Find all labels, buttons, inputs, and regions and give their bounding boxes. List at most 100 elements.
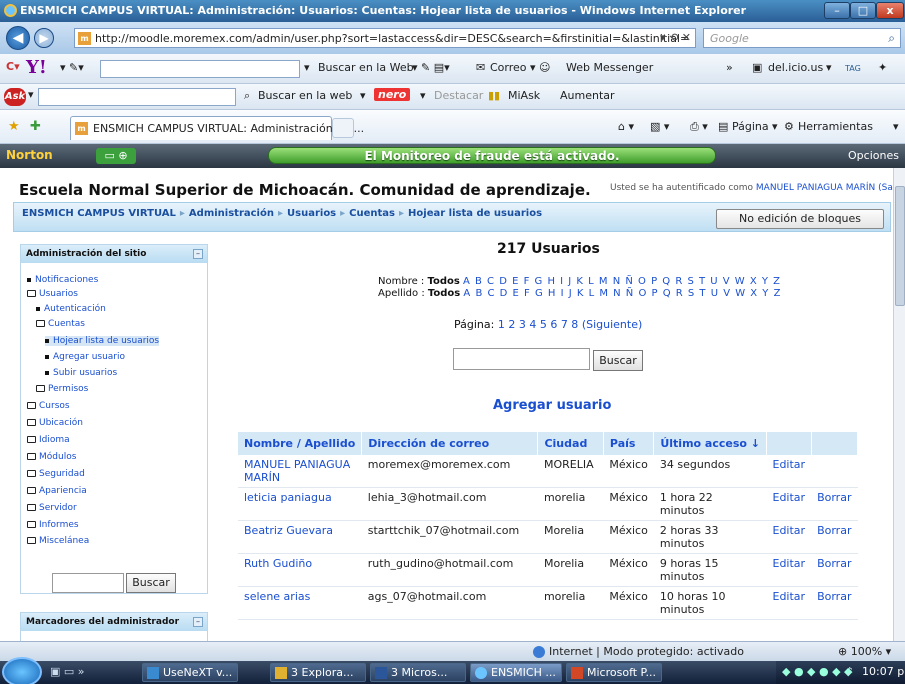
- edit-user-link[interactable]: Editar: [773, 524, 806, 537]
- next-page-link[interactable]: (Siguiente): [582, 318, 642, 331]
- ask-search-input[interactable]: [38, 88, 236, 106]
- sidebar-item-apariencia[interactable]: Apariencia: [27, 486, 87, 496]
- sidebar-item-seguridad[interactable]: Seguridad: [27, 469, 85, 479]
- col-lastaccess-header[interactable]: Último acceso ↓: [653, 432, 767, 455]
- yahoo-logo-icon[interactable]: Y!: [26, 57, 47, 78]
- search-icon[interactable]: ⌕: [888, 31, 895, 46]
- sidebar-item-agregar-usuario[interactable]: Agregar usuario: [45, 352, 125, 362]
- sidebar-item-subir-usuarios[interactable]: Subir usuarios: [45, 368, 117, 378]
- tray-icons[interactable]: ◆ ● ◆ ● ◆ ◆: [782, 665, 853, 678]
- sidebar-item-informes[interactable]: Informes: [27, 520, 79, 530]
- delete-user-link[interactable]: Borrar: [817, 524, 851, 537]
- edit-user-link[interactable]: Editar: [773, 491, 806, 504]
- taskbar-button-active[interactable]: ENSMICH ...: [470, 663, 562, 682]
- delete-user-link[interactable]: Borrar: [817, 557, 851, 570]
- start-button[interactable]: [2, 657, 42, 684]
- sidebar-item-hojear-lista-de-usuarios[interactable]: Hojear lista de usuarios: [45, 336, 160, 346]
- norton-options-menu[interactable]: Opciones: [848, 149, 899, 162]
- sidebar-item-cursos[interactable]: Cursos: [27, 401, 70, 411]
- refresh-stop-icons[interactable]: ▾ ⟲ ✕: [660, 31, 691, 44]
- messenger-icon[interactable]: ▾ ☺: [530, 61, 551, 74]
- page-links[interactable]: 1 2 3 4 5 6 7 8: [498, 318, 578, 331]
- dropdown-icon[interactable]: ▾: [28, 88, 34, 101]
- add-user-link[interactable]: Agregar usuario: [493, 398, 611, 413]
- lastname-letters[interactable]: A B C D E F G H I J K L M N Ñ O P Q R S …: [463, 288, 781, 299]
- tag-button[interactable]: TAG: [845, 64, 861, 73]
- lastname-all[interactable]: Todos: [428, 288, 460, 299]
- yahoo-search-web-button[interactable]: Buscar en la Web: [318, 61, 414, 74]
- back-button[interactable]: ◀: [6, 26, 30, 50]
- sidebar-item-usuarios[interactable]: Usuarios: [27, 289, 78, 299]
- forward-button[interactable]: ▶: [34, 28, 54, 48]
- feeds-icon[interactable]: ▧ ▾: [650, 120, 669, 133]
- firstname-all[interactable]: Todos: [427, 276, 459, 287]
- collapse-icon[interactable]: –: [193, 617, 203, 627]
- scrollbar-thumb[interactable]: [895, 186, 905, 306]
- delicious-icon[interactable]: ▣: [752, 61, 762, 74]
- norton-status[interactable]: El Monitoreo de fraude está activado.: [268, 147, 716, 164]
- col-name-header[interactable]: Nombre / Apellido: [238, 432, 363, 455]
- mail-icon[interactable]: ✉: [476, 61, 485, 74]
- col-email-header[interactable]: Dirección de correo: [361, 432, 539, 455]
- col-city-header[interactable]: Ciudad: [537, 432, 604, 455]
- volume-icon[interactable]: ♪: [846, 665, 853, 678]
- security-zone[interactable]: Internet | Modo protegido: activado: [533, 645, 744, 658]
- user-name-link[interactable]: Ruth Gudiño: [244, 557, 312, 570]
- search-box[interactable]: Google ⌕: [703, 28, 901, 48]
- search-icon[interactable]: ⌕: [244, 89, 250, 103]
- sidebar-item-miscelánea[interactable]: Miscelánea: [27, 536, 89, 546]
- taskbar-button[interactable]: 3 Explora...: [270, 663, 366, 682]
- mail-button[interactable]: Correo: [490, 61, 527, 74]
- quicklaunch-icons[interactable]: ▣ ▭ »: [50, 665, 85, 678]
- taskbar-button[interactable]: UseNeXT v...: [142, 663, 238, 682]
- pause-icon[interactable]: ▮▮: [488, 89, 500, 102]
- sidebar-item-cuentas[interactable]: Cuentas: [36, 319, 85, 329]
- delicious-button[interactable]: del.icio.us: [768, 61, 823, 74]
- minimize-button[interactable]: –: [824, 2, 850, 19]
- toolbar-icons[interactable]: ▾ ✎ ▤▾: [412, 61, 450, 74]
- ask-search-web-button[interactable]: Buscar en la web: [258, 89, 352, 102]
- zoom-level[interactable]: ⊕ 100% ▾: [838, 645, 891, 658]
- tab-current[interactable]: m ENSMICH CAMPUS VIRTUAL: Administración…: [70, 116, 364, 140]
- sidebar-item-servidor[interactable]: Servidor: [27, 503, 77, 513]
- sidebar-item-autenticación[interactable]: Autenticación: [36, 304, 106, 314]
- maximize-button[interactable]: □: [850, 2, 876, 19]
- breadcrumb-accounts[interactable]: Cuentas: [349, 208, 395, 219]
- delete-user-link[interactable]: Borrar: [817, 590, 851, 603]
- nero-logo-icon[interactable]: nero: [374, 88, 411, 101]
- highlight-button[interactable]: Destacar: [434, 89, 483, 102]
- breadcrumb-admin[interactable]: Administración: [189, 208, 274, 219]
- home-icon[interactable]: ⌂ ▾: [618, 120, 634, 133]
- dropdown-icon[interactable]: ▾: [360, 89, 366, 102]
- sidebar-item-notificaciones[interactable]: Notificaciones: [27, 275, 98, 285]
- dropdown-icon[interactable]: ▾: [893, 120, 899, 133]
- breadcrumb-users[interactable]: Usuarios: [287, 208, 336, 219]
- dropdown-icon[interactable]: ▾: [826, 61, 832, 74]
- dropdown-icon[interactable]: ▾: [420, 89, 426, 102]
- edit-user-link[interactable]: Editar: [773, 590, 806, 603]
- user-name-link[interactable]: leticia paniagua: [244, 491, 332, 504]
- sidebar-item-ubicación[interactable]: Ubicación: [27, 418, 83, 428]
- address-bar[interactable]: m http://moodle.moremex.com/admin/user.p…: [74, 28, 696, 48]
- taskbar-button[interactable]: 3 Micros...: [370, 663, 466, 682]
- col-country-header[interactable]: País: [603, 432, 655, 455]
- yahoo-search-input[interactable]: [100, 60, 300, 78]
- vertical-scrollbar[interactable]: [893, 168, 905, 641]
- favorites-star-icon[interactable]: ★: [8, 119, 20, 134]
- firstname-letters[interactable]: A B C D E F G H I J K L M N Ñ O P Q R S …: [463, 276, 781, 287]
- edit-user-link[interactable]: Editar: [773, 557, 806, 570]
- taskbar-button[interactable]: Microsoft P...: [566, 663, 662, 682]
- norton-logo[interactable]: Norton: [6, 148, 53, 162]
- sidebar-search-input[interactable]: [52, 573, 124, 593]
- page-menu[interactable]: Página: [732, 120, 769, 133]
- tools-menu[interactable]: Herramientas: [798, 120, 873, 133]
- sidebar-item-módulos[interactable]: Módulos: [27, 452, 76, 462]
- add-favorite-icon[interactable]: ✚: [30, 119, 41, 134]
- sidebar-item-permisos[interactable]: Permisos: [36, 384, 88, 394]
- no-edit-blocks-button[interactable]: No edición de bloques: [716, 209, 884, 229]
- norton-monitor-icon[interactable]: ▭ ⊕: [96, 148, 136, 164]
- user-search-input[interactable]: [453, 348, 590, 370]
- edit-user-link[interactable]: Editar: [773, 458, 806, 471]
- more-chevron-icon[interactable]: »: [726, 61, 733, 74]
- increase-button[interactable]: Aumentar: [560, 89, 615, 102]
